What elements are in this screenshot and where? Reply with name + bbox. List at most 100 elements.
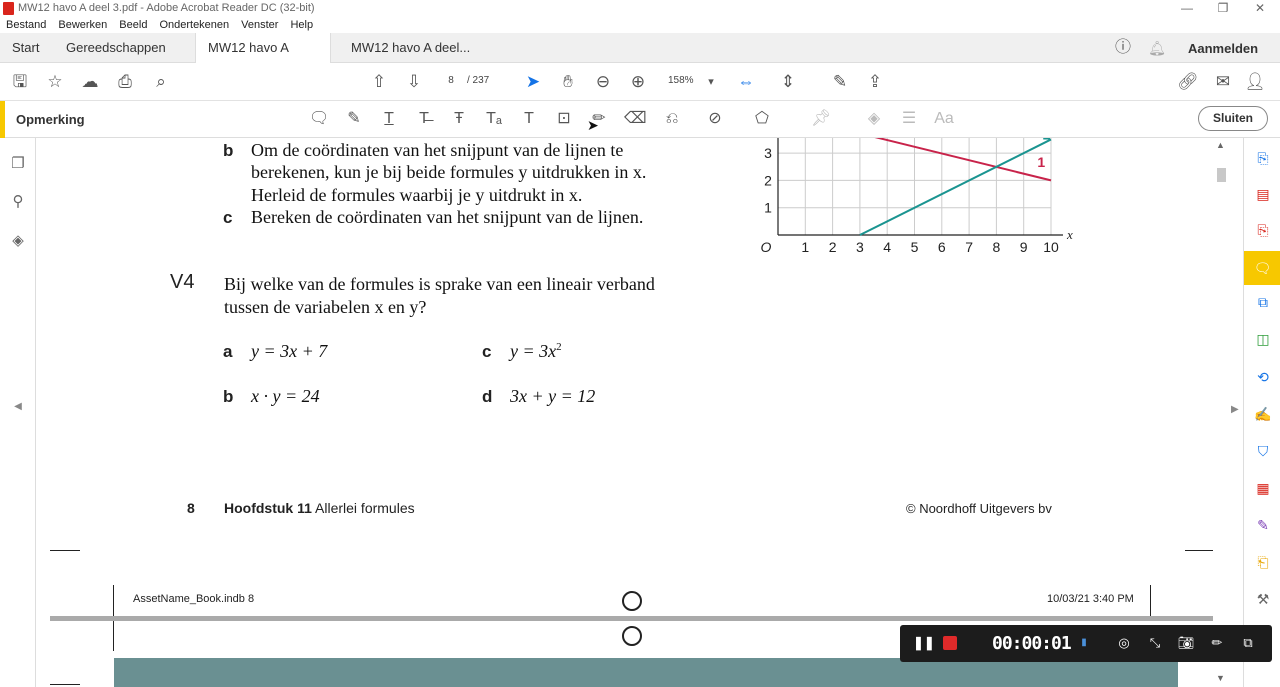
footer-page-number: 8 xyxy=(187,500,195,516)
scrollbar-thumb[interactable] xyxy=(1217,168,1226,182)
upload-cloud-icon[interactable]: ☁ xyxy=(79,71,101,93)
vertical-scrollbar[interactable]: ▲ ▼ xyxy=(1213,138,1229,687)
sign-pen-icon[interactable]: ✎ xyxy=(829,71,851,93)
sign-in-link[interactable]: Aanmelden xyxy=(1188,41,1258,56)
fill-sign-icon[interactable]: ✍ xyxy=(1252,403,1274,425)
strikethrough-text-icon[interactable]: T̶ xyxy=(414,109,434,129)
tab-start[interactable]: Start xyxy=(0,33,51,63)
menu-beeld[interactable]: Beeld xyxy=(119,19,147,31)
organize-pages-icon[interactable]: ▤ xyxy=(1252,183,1274,205)
zoom-level-select[interactable]: 158% xyxy=(668,72,718,90)
help-icon[interactable]: ⓘ xyxy=(1112,37,1134,59)
fill-color-icon[interactable]: ◈ xyxy=(864,109,884,129)
protect-shield-icon[interactable]: ⛉ xyxy=(1252,440,1274,462)
option-c-formula: y = 3x2 xyxy=(510,341,562,362)
bookmark-star-icon[interactable]: ☆ xyxy=(44,71,66,93)
pin-icon[interactable]: 📌︎ xyxy=(811,109,831,129)
tab-tools[interactable]: Gereedschappen xyxy=(54,33,178,63)
menu-bestand[interactable]: Bestand xyxy=(6,19,46,31)
fit-page-icon[interactable]: ⇔ xyxy=(735,71,757,93)
next-page-icon[interactable]: ⇩ xyxy=(403,71,425,93)
compare-files-icon[interactable]: ◫ xyxy=(1252,328,1274,350)
fullscreen-icon[interactable]: ⤡ xyxy=(1146,634,1164,652)
tab-document-2[interactable]: MW12 havo A deel... xyxy=(339,33,482,63)
print-icon[interactable]: ⎙ xyxy=(114,71,136,93)
pages-thumbnail-icon[interactable]: ❐ xyxy=(8,154,28,174)
series-line-2 xyxy=(859,138,1052,236)
question-3b-line2: berekenen, kun je bij beide formules y u… xyxy=(251,162,647,182)
scroll-mode-icon[interactable]: ⇕ xyxy=(777,71,799,93)
send-for-review-icon[interactable]: ⟲ xyxy=(1252,366,1274,388)
webcam-icon[interactable]: ◎ xyxy=(1115,634,1133,652)
tab-document-active[interactable]: MW12 havo A deel...✕ xyxy=(195,33,331,85)
pause-icon[interactable]: ❚❚ xyxy=(913,634,935,652)
x-tick-label: 8 xyxy=(993,239,1001,255)
notification-bell-icon[interactable]: 🔔︎ xyxy=(1146,37,1168,59)
option-c-base: y = 3x xyxy=(510,341,557,361)
menu-ondertekenen[interactable]: Ondertekenen xyxy=(159,19,229,31)
menu-help[interactable]: Help xyxy=(290,19,313,31)
minimize-recorder-icon[interactable]: ⧉ xyxy=(1239,634,1257,652)
zoom-out-icon[interactable]: ⊖ xyxy=(592,71,614,93)
minimize-button[interactable]: — xyxy=(1172,0,1202,17)
search-zoom-icon[interactable]: ⌕ xyxy=(150,71,172,93)
x-tick-label: 1 xyxy=(801,239,809,255)
request-signature-icon[interactable]: ✎ xyxy=(1252,514,1274,536)
stop-recording-icon[interactable] xyxy=(941,634,959,652)
underline-text-icon[interactable]: T̲ xyxy=(379,109,399,129)
combine-files-icon[interactable]: ⧉ xyxy=(1252,291,1274,313)
close-window-button[interactable]: ✕ xyxy=(1245,0,1275,17)
x-tick-label: 5 xyxy=(911,239,919,255)
comment-tool-icon[interactable]: 🗨︎ xyxy=(1244,251,1280,285)
question-3b-line3: Herleid de formules waarbij je y uitdruk… xyxy=(251,185,583,205)
link-icon[interactable]: 🔗︎ xyxy=(1177,71,1199,93)
scroll-up-icon[interactable]: ▲ xyxy=(1216,140,1225,150)
menu-bewerken[interactable]: Bewerken xyxy=(58,19,107,31)
font-size-icon[interactable]: Aa xyxy=(934,109,954,129)
stamp-icon[interactable]: ⎌ xyxy=(662,109,682,129)
prepare-form-icon[interactable]: ▦ xyxy=(1252,477,1274,499)
footer-chapter-title: Allerlei formules xyxy=(315,500,415,516)
menu-venster[interactable]: Venster xyxy=(241,19,278,31)
save-icon[interactable]: 🖫 xyxy=(9,71,31,93)
collapse-right-panel-icon[interactable]: ▶ xyxy=(1231,404,1239,415)
more-tools-icon[interactable]: ⚒ xyxy=(1252,588,1274,610)
export-pdf-icon[interactable]: ⎘ xyxy=(1252,219,1274,241)
select-cursor-icon[interactable]: ➤ xyxy=(522,71,544,93)
scroll-down-icon[interactable]: ▼ xyxy=(1216,673,1225,683)
next-page-header-band xyxy=(114,658,1178,687)
stamp-tool-icon[interactable]: ⎗ xyxy=(1252,551,1274,573)
shapes-icon[interactable]: ⬠ xyxy=(752,109,772,129)
x-tick-label: 10 xyxy=(1043,239,1059,255)
slug-line-right xyxy=(1150,585,1151,617)
collapse-left-panel-icon[interactable]: ◀ xyxy=(8,401,28,421)
previous-page-icon[interactable]: ⇧ xyxy=(368,71,390,93)
insert-text-icon[interactable]: Tₐ xyxy=(484,109,504,129)
maximize-button[interactable]: ❐ xyxy=(1208,0,1238,17)
zoom-in-icon[interactable]: ⊕ xyxy=(627,71,649,93)
email-icon[interactable]: ✉ xyxy=(1212,71,1234,93)
share-icon[interactable]: ⇪ xyxy=(864,71,886,93)
draw-pen-icon[interactable]: ✏ xyxy=(1208,634,1226,652)
footer-chapter-number: Hoofdstuk 11 xyxy=(224,500,312,516)
eraser-icon[interactable]: ⌫ xyxy=(624,109,647,129)
add-text-icon[interactable]: T xyxy=(519,109,539,129)
user-add-icon[interactable]: 👤︎ xyxy=(1244,71,1266,93)
line-weight-icon[interactable]: ☰ xyxy=(899,109,919,129)
attach-file-icon[interactable]: ⊘ xyxy=(705,109,725,129)
hand-tool-icon[interactable]: ✋︎ xyxy=(557,71,579,93)
sticky-note-icon[interactable]: 🗨︎ xyxy=(309,109,329,129)
registration-mark-top xyxy=(622,591,642,611)
x-axis-label: x xyxy=(1066,227,1073,242)
comment-toolbar-title: Opmerking xyxy=(16,112,85,127)
option-b-letter: b xyxy=(223,387,234,406)
attachments-paperclip-icon[interactable]: ⚲ xyxy=(8,192,28,212)
close-comment-button[interactable]: Sluiten xyxy=(1198,106,1268,131)
layers-icon[interactable]: ◈ xyxy=(8,231,28,251)
highlight-pen-icon[interactable]: ✎ xyxy=(344,109,364,129)
replace-text-icon[interactable]: Ŧ xyxy=(449,109,469,129)
screenshot-camera-icon[interactable]: 📷︎ xyxy=(1177,634,1195,652)
create-pdf-icon[interactable]: ⎘ xyxy=(1252,147,1274,169)
text-box-icon[interactable]: ⊡ xyxy=(554,109,574,129)
page-number-input[interactable]: 8 xyxy=(437,72,465,90)
